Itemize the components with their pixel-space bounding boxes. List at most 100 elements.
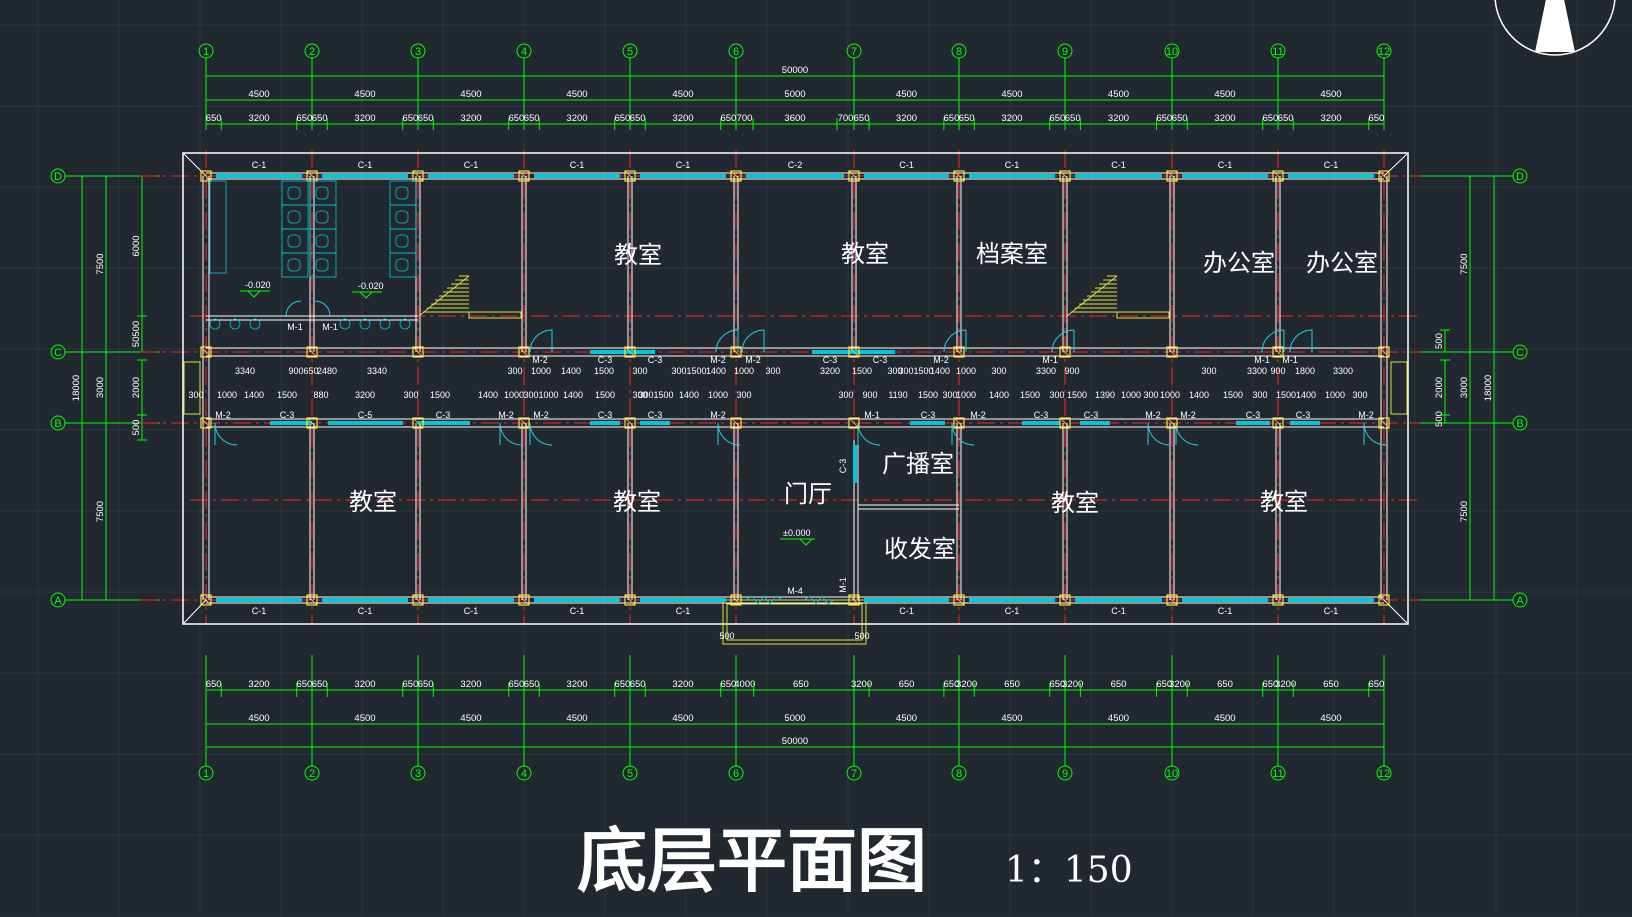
axis-label: D xyxy=(1516,171,1524,183)
corridor-window xyxy=(270,421,312,425)
door-label: C-3 xyxy=(1246,410,1261,420)
dimension-text: 4500 xyxy=(354,713,375,724)
m4-label: M-4 xyxy=(787,586,803,596)
toilet-stall xyxy=(389,252,417,278)
dimension-text: 3200 xyxy=(672,113,693,124)
window xyxy=(322,174,408,178)
dimension-text: 650 xyxy=(1172,113,1188,124)
axis-label: 4 xyxy=(521,768,527,780)
dimension-text: 650 xyxy=(524,113,540,124)
dimension-text: 2000 xyxy=(131,377,142,398)
corridor-window xyxy=(1022,421,1060,425)
dimension-text: 18000 xyxy=(71,375,82,401)
door-label: M-1 xyxy=(1254,355,1270,365)
dimension-text: 650 xyxy=(1049,113,1065,124)
dimension-text: 650 xyxy=(614,679,630,690)
dimension-text: 4500 xyxy=(354,89,375,100)
axis-label: A xyxy=(54,595,62,607)
axis-label: 8 xyxy=(956,46,962,58)
corridor-dim: 1500 xyxy=(1223,390,1243,400)
axis-label: 10 xyxy=(1166,46,1178,58)
room-label: 办公室 xyxy=(1306,249,1378,277)
stair-landing xyxy=(1116,311,1170,319)
dimension-text: 3200 xyxy=(354,679,375,690)
door-label: M-2 xyxy=(933,355,949,365)
door-label: C-3 xyxy=(1084,410,1099,420)
window-label: C-1 xyxy=(899,606,914,616)
axis-label: 11 xyxy=(1272,768,1283,780)
corridor-dim: 1000 xyxy=(1325,390,1345,400)
door-swing xyxy=(529,422,553,446)
dimension-text: 4500 xyxy=(1001,89,1022,100)
corridor-dim: 900 xyxy=(862,390,877,400)
dimension-text: 50500 xyxy=(131,321,142,347)
window xyxy=(322,598,408,602)
axis-label: 9 xyxy=(1062,768,1068,780)
window-label: C-1 xyxy=(570,606,585,616)
dimension-text: 3200 xyxy=(1108,113,1129,124)
toilet-fixture xyxy=(395,186,409,200)
toilet-stall xyxy=(281,180,309,206)
corridor-dim: 1400 xyxy=(989,390,1009,400)
dimension-text: 2000 xyxy=(1434,377,1445,398)
drawing-title: 底层平面图 xyxy=(577,819,927,902)
dimension-text: 50000 xyxy=(782,65,808,76)
dimension-text: 500 xyxy=(131,420,142,436)
dimension-text: 650 xyxy=(312,113,328,124)
window-label: C-1 xyxy=(1005,606,1020,616)
corridor-dim: 900 xyxy=(288,366,303,376)
window-label: C-1 xyxy=(676,606,691,616)
door-label: M-1 xyxy=(1042,355,1058,365)
axis-label: 3 xyxy=(415,46,421,58)
entrance-dim-left: 500 xyxy=(719,631,734,641)
c3-vertical-label: C-3 xyxy=(838,459,848,474)
window-label: C-1 xyxy=(570,160,585,170)
door-label: C-3 xyxy=(648,355,663,365)
entrance-step xyxy=(722,599,867,645)
corridor-dim: 1500 xyxy=(1067,390,1087,400)
dimension-text: 3200 xyxy=(460,113,481,124)
dimension-text: 3000 xyxy=(1459,377,1470,398)
dimension-text: 650 xyxy=(1323,679,1339,690)
window xyxy=(853,445,857,483)
dimension-text: 4500 xyxy=(896,89,917,100)
corridor-dim: 300 xyxy=(736,390,751,400)
dimension-text: 4500 xyxy=(672,713,693,724)
axis-label: C xyxy=(1516,347,1524,359)
dimension-text: 3600 xyxy=(784,113,805,124)
corridor-dim: 2480 xyxy=(317,366,337,376)
dimension-text: 4500 xyxy=(896,713,917,724)
dimension-text: 650 xyxy=(296,679,312,690)
toilet-fixture xyxy=(287,186,301,200)
dimension-text: 650 xyxy=(418,113,434,124)
entrance-dim-right: 500 xyxy=(854,631,869,641)
dimension-text: 3200 xyxy=(354,113,375,124)
window xyxy=(1182,174,1268,178)
window xyxy=(746,174,844,178)
corridor-dim: 1500 xyxy=(430,390,450,400)
door-label: M-2 xyxy=(710,355,726,365)
dimension-text: 7500 xyxy=(1459,253,1470,274)
room-label: 教室 xyxy=(1051,489,1099,517)
dimension-text: 7500 xyxy=(1459,501,1470,522)
axis-label: 12 xyxy=(1378,768,1390,780)
window xyxy=(864,598,949,602)
structural-columns xyxy=(200,170,1390,606)
window xyxy=(534,598,620,602)
corridor-window xyxy=(812,350,895,354)
door-swing xyxy=(717,422,741,446)
window-label: C-1 xyxy=(358,160,373,170)
toilet-fixture xyxy=(315,186,329,200)
axis-label: 7 xyxy=(851,768,857,780)
dimension-text: 4500 xyxy=(1214,713,1235,724)
stairs-and-toilets xyxy=(183,180,1408,415)
corridor-dim: 1400 xyxy=(1189,390,1209,400)
axis-label: 8 xyxy=(956,768,962,780)
toilet-fixture xyxy=(315,210,329,224)
axis-label: 5 xyxy=(627,46,633,58)
drawing-scale: 1：150 xyxy=(1005,850,1133,891)
door-label: M-2 xyxy=(498,410,514,420)
dimension-text: 650 xyxy=(508,113,524,124)
corridor-dim: 3001000 xyxy=(523,390,558,400)
dimension-text: 650 xyxy=(206,679,222,690)
